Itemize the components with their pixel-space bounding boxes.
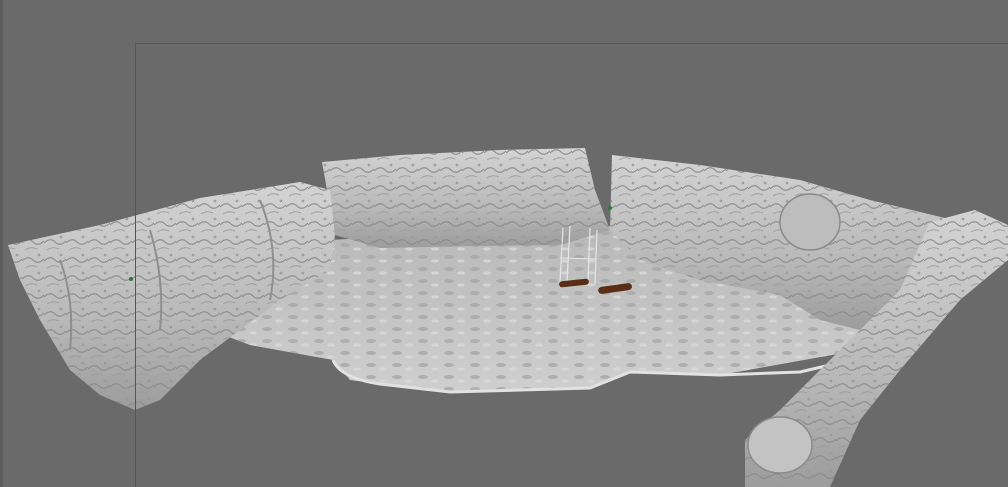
3d-viewport[interactable] — [0, 0, 1008, 487]
scene-render[interactable] — [0, 0, 1008, 487]
pivot-marker — [129, 277, 133, 281]
terrain-left-wall[interactable] — [8, 182, 335, 410]
terrain-back-wall[interactable] — [322, 148, 610, 248]
pivot-marker — [608, 206, 612, 210]
